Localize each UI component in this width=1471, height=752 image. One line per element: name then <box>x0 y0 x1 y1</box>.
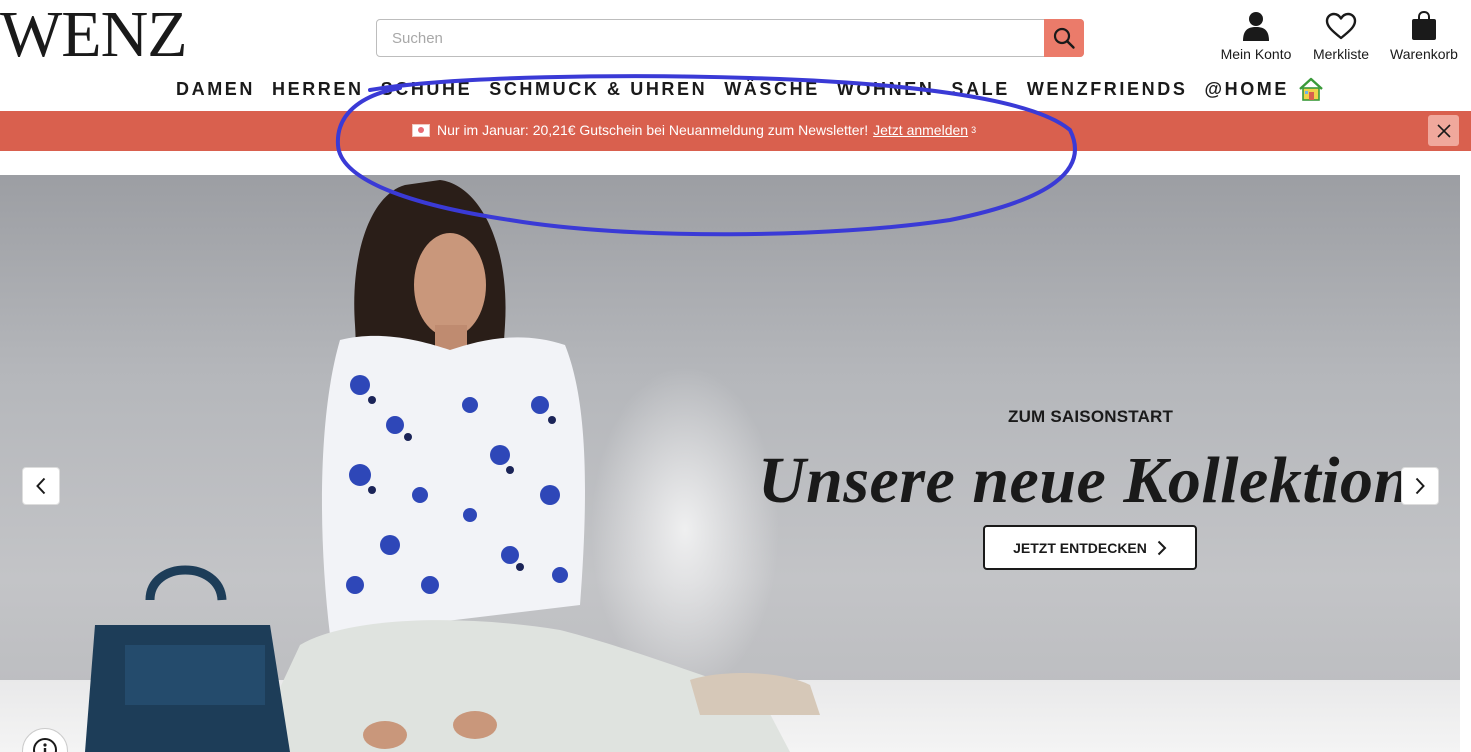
nav-item-home[interactable]: @HOME <box>1204 79 1289 100</box>
close-icon <box>1436 123 1451 138</box>
nav-item-damen[interactable]: DAMEN <box>176 79 255 100</box>
info-icon <box>33 738 57 752</box>
chevron-right-icon <box>1415 477 1425 495</box>
cart-label: Warenkorb <box>1390 46 1458 62</box>
wishlist-label: Merkliste <box>1312 46 1369 62</box>
account-label: Mein Konto <box>1220 46 1292 62</box>
chevron-right-icon <box>1157 540 1167 555</box>
logo[interactable]: WENZ <box>0 0 188 70</box>
discover-button-label: JETZT ENTDECKEN <box>1013 539 1147 556</box>
annotation-ellipse <box>335 74 1077 237</box>
hero-subtitle: ZUM SAISONSTART <box>1008 407 1174 426</box>
carousel-prev-button[interactable] <box>22 467 60 505</box>
cart-button[interactable]: Warenkorb <box>1384 8 1464 62</box>
house-icon[interactable] <box>1298 77 1324 101</box>
wishlist-button[interactable]: Merkliste <box>1306 8 1376 62</box>
discover-button[interactable]: JETZT ENTDECKEN <box>983 525 1197 570</box>
shopping-bag-icon <box>1412 11 1436 40</box>
user-icon <box>1243 12 1269 41</box>
search-icon <box>1053 27 1075 49</box>
search-field[interactable] <box>376 19 1084 57</box>
hero-headline: Unsere neue Kollektion <box>758 444 1411 517</box>
heart-icon <box>1325 12 1357 40</box>
search-input[interactable] <box>377 20 1045 56</box>
hero-banner[interactable]: ZUM SAISONSTART Unsere neue Kollektion J… <box>0 175 1460 752</box>
promo-close-button[interactable] <box>1428 115 1459 146</box>
chevron-left-icon <box>36 477 46 495</box>
account-button[interactable]: Mein Konto <box>1216 8 1296 62</box>
search-button[interactable] <box>1044 19 1084 57</box>
carousel-next-button[interactable] <box>1401 467 1439 505</box>
